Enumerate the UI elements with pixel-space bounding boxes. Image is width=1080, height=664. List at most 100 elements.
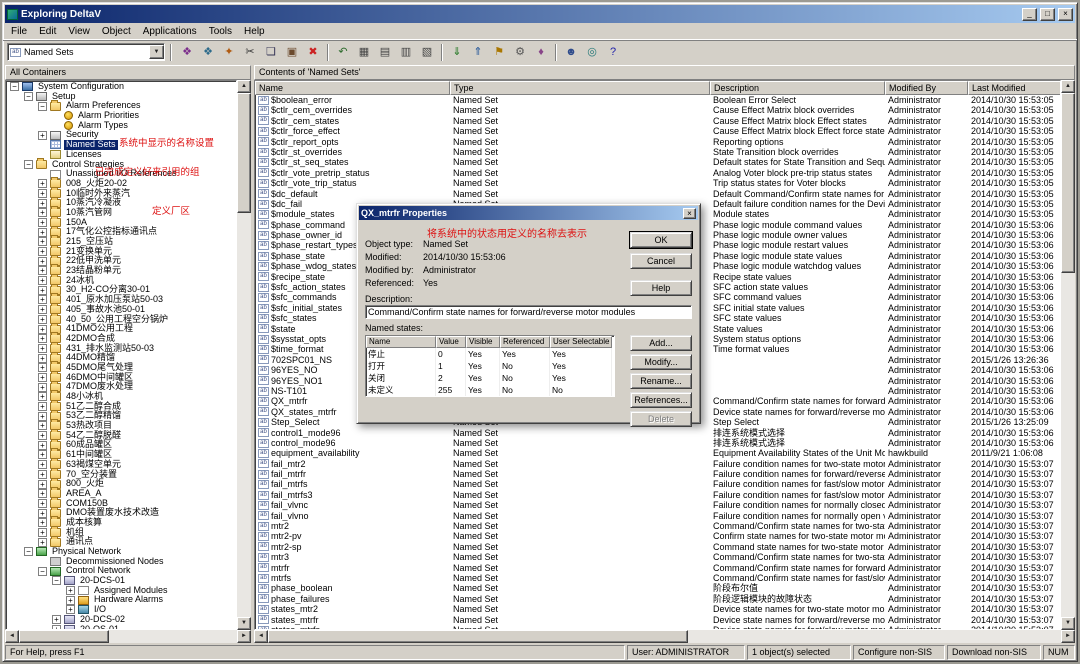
expand-icon[interactable]: + bbox=[38, 276, 47, 285]
copy-icon[interactable]: ❏ bbox=[261, 43, 281, 62]
list-row[interactable]: abfail_mtr2Named SetFailure condition na… bbox=[255, 459, 1060, 469]
tree-item[interactable]: +61中间罐区 bbox=[7, 450, 236, 460]
download-icon[interactable]: ⇓ bbox=[447, 43, 467, 62]
scrollbar-thumb[interactable] bbox=[19, 630, 109, 643]
tree-item[interactable]: +53热改项目 bbox=[7, 421, 236, 431]
expand-icon[interactable]: + bbox=[38, 247, 47, 256]
tree-item[interactable]: +63褐煤空单元 bbox=[7, 460, 236, 470]
expand-icon[interactable]: + bbox=[38, 470, 47, 479]
scroll-left-icon[interactable]: ◄ bbox=[254, 630, 268, 643]
states-column-referenced[interactable]: Referenced bbox=[500, 336, 550, 348]
scroll-right-icon[interactable]: ► bbox=[237, 630, 251, 643]
tree-item[interactable]: Named Sets系统中显示的名称设置 bbox=[7, 140, 236, 150]
menu-item-object[interactable]: Object bbox=[96, 25, 137, 38]
named-state-row[interactable]: 关闭2YesNoYes bbox=[366, 372, 614, 384]
tree-item[interactable]: +22低甲洗单元 bbox=[7, 256, 236, 266]
references-button[interactable]: References... bbox=[630, 392, 692, 408]
list-vertical-scrollbar[interactable]: ▲ ▼ bbox=[1061, 80, 1075, 630]
expand-icon[interactable]: + bbox=[38, 489, 47, 498]
list-row[interactable]: abmtr2Named SetCommand/Confirm state nam… bbox=[255, 521, 1060, 531]
expand-icon[interactable]: + bbox=[38, 509, 47, 518]
tree-item[interactable]: +54乙二醇脱醛 bbox=[7, 431, 236, 441]
hierarchy-view-icon[interactable]: ❖ bbox=[198, 43, 218, 62]
tree-item[interactable]: +Hardware Alarms bbox=[7, 595, 236, 605]
list-row[interactable]: ab$ctlr_st_seq_statesNamed SetDefault st… bbox=[255, 157, 1060, 167]
cancel-button[interactable]: Cancel bbox=[630, 253, 692, 269]
expand-icon[interactable]: + bbox=[38, 325, 47, 334]
tree-item[interactable]: Alarm Types bbox=[7, 121, 236, 131]
column-header-modified-by[interactable]: Modified By bbox=[885, 81, 968, 95]
help-button[interactable]: Help bbox=[630, 280, 692, 296]
tree-item[interactable]: +41DMO公用工程 bbox=[7, 324, 236, 334]
expand-icon[interactable]: + bbox=[38, 189, 47, 198]
collapse-icon[interactable]: − bbox=[24, 547, 33, 556]
list-horizontal-scrollbar[interactable]: ◄ ► bbox=[254, 630, 1075, 643]
help-icon[interactable]: ? bbox=[603, 43, 623, 62]
list-row[interactable]: ab$ctlr_vote_pretrip_statusNamed SetAnal… bbox=[255, 168, 1060, 178]
list-row[interactable]: ab$dc_defaultNamed SetDefault Command/Co… bbox=[255, 189, 1060, 199]
tree-item[interactable]: +51乙二醇合成 bbox=[7, 402, 236, 412]
tree-item[interactable]: +DMO装置废水技术改造 bbox=[7, 508, 236, 518]
expand-icon[interactable]: + bbox=[38, 528, 47, 537]
list-row[interactable]: abphase_failuresNamed Set阶段逻辑模块的故障状态Admi… bbox=[255, 594, 1060, 604]
list-row[interactable]: abmtr2-pvNamed SetConfirm state names fo… bbox=[255, 531, 1060, 541]
expand-icon[interactable]: + bbox=[38, 354, 47, 363]
expand-icon[interactable]: + bbox=[38, 131, 47, 140]
minimize-button[interactable]: _ bbox=[1022, 8, 1037, 21]
scroll-up-icon[interactable]: ▲ bbox=[237, 80, 251, 93]
expand-icon[interactable]: + bbox=[38, 460, 47, 469]
expand-icon[interactable]: + bbox=[66, 586, 75, 595]
list-row[interactable]: ab$ctlr_report_optsNamed SetReporting op… bbox=[255, 137, 1060, 147]
expand-icon[interactable]: + bbox=[38, 179, 47, 188]
tree-item[interactable]: +10蒸汽冷凝液 bbox=[7, 198, 236, 208]
cut-icon[interactable]: ✂ bbox=[240, 43, 260, 62]
expand-icon[interactable]: + bbox=[38, 208, 47, 217]
named-state-row[interactable]: 打开1YesNoYes bbox=[366, 360, 614, 372]
expand-icon[interactable]: + bbox=[38, 363, 47, 372]
expand-icon[interactable]: + bbox=[38, 257, 47, 266]
expand-icon[interactable]: + bbox=[38, 450, 47, 459]
list-row[interactable]: abmtrfrNamed SetCommand/Confirm state na… bbox=[255, 563, 1060, 573]
menu-item-edit[interactable]: Edit bbox=[33, 25, 62, 38]
states-column-visible[interactable]: Visible bbox=[466, 336, 500, 348]
expand-icon[interactable]: + bbox=[66, 596, 75, 605]
column-header-name[interactable]: Name bbox=[255, 81, 450, 95]
tree-item[interactable]: −System Configuration bbox=[7, 82, 236, 92]
tree-item[interactable]: +23结晶粉单元 bbox=[7, 266, 236, 276]
tree-vertical-scrollbar[interactable]: ▲ ▼ bbox=[237, 80, 251, 630]
list-row[interactable]: ab$ctlr_vote_trip_statusNamed SetTrip st… bbox=[255, 178, 1060, 188]
scroll-right-icon[interactable]: ► bbox=[1061, 630, 1075, 643]
security-icon[interactable]: ♦ bbox=[531, 43, 551, 62]
collapse-icon[interactable]: − bbox=[24, 160, 33, 169]
chevron-down-icon[interactable]: ▼ bbox=[149, 45, 164, 59]
dialog-close-button[interactable]: × bbox=[683, 208, 696, 219]
scrollbar-thumb[interactable] bbox=[268, 630, 688, 643]
scroll-down-icon[interactable]: ▼ bbox=[1061, 617, 1075, 630]
gear-icon[interactable]: ⚙ bbox=[510, 43, 530, 62]
tree-item[interactable]: +10蒸汽管网定义厂区 bbox=[7, 208, 236, 218]
tree-item[interactable]: Unassigned I/O References已完成定义好来引用的组 bbox=[7, 169, 236, 179]
menu-item-view[interactable]: View bbox=[62, 25, 96, 38]
tree-item[interactable]: +70_空分装置 bbox=[7, 470, 236, 480]
list-row[interactable]: abphase_booleanNamed Set阶段布尔值Administrat… bbox=[255, 583, 1060, 593]
rename-button[interactable]: Rename... bbox=[630, 373, 692, 389]
total-view-icon[interactable]: ❖ bbox=[177, 43, 197, 62]
delete-icon[interactable]: ✖ bbox=[303, 43, 323, 62]
list-row[interactable]: ab$ctlr_cem_overridesNamed SetCause Effe… bbox=[255, 105, 1060, 115]
expand-icon[interactable]: + bbox=[38, 334, 47, 343]
expand-icon[interactable]: + bbox=[66, 605, 75, 614]
undo-icon[interactable]: ↶ bbox=[333, 43, 353, 62]
named-sets-combo[interactable]: ab Named Sets ▼ bbox=[7, 43, 165, 61]
maximize-button[interactable]: □ bbox=[1040, 8, 1055, 21]
collapse-icon[interactable]: − bbox=[10, 82, 19, 91]
list-row[interactable]: abfail_mtrfs3Named SetFailure condition … bbox=[255, 490, 1060, 500]
expand-icon[interactable]: + bbox=[38, 344, 47, 353]
user-manager-icon[interactable]: ☻ bbox=[561, 43, 581, 62]
tree-item[interactable]: +20-DCS-02 bbox=[7, 615, 236, 625]
scroll-down-icon[interactable]: ▼ bbox=[237, 617, 251, 630]
states-column-value[interactable]: Value bbox=[436, 336, 466, 348]
tree-item[interactable]: +21变换单元 bbox=[7, 247, 236, 257]
list-row[interactable]: abmtrfsNamed SetCommand/Confirm state na… bbox=[255, 573, 1060, 583]
tree-horizontal-scrollbar[interactable]: ◄ ► bbox=[5, 630, 251, 643]
menu-item-file[interactable]: File bbox=[5, 25, 33, 38]
